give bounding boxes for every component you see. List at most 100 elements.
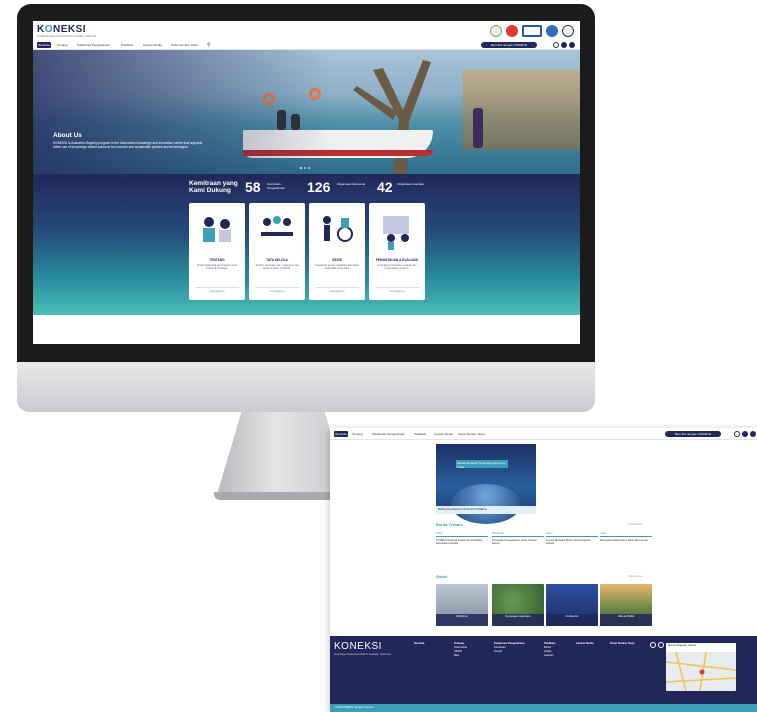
footer-link[interactable]: Proyek — [494, 650, 524, 654]
carousel-dot[interactable] — [304, 167, 306, 169]
stat-value: 58 — [245, 179, 261, 195]
nav-item-sumber-daya[interactable]: Pusat Sumber Daya — [458, 432, 485, 436]
monitor-chin — [17, 362, 595, 412]
news-see-all-link[interactable]: Lihat Semua — [628, 523, 643, 526]
partner-logo-2 — [506, 25, 518, 37]
meeting-illustration — [261, 216, 293, 236]
lang-id-button[interactable] — [561, 42, 567, 48]
site-footer: KONEKSI Knowledge Partnership Platform A… — [330, 636, 757, 704]
partner-cta-button[interactable]: Bermitra dengan KONEKSI — [481, 42, 537, 48]
footer-col: Beranda — [414, 642, 424, 646]
footer-col-head[interactable]: Beranda — [414, 642, 424, 646]
search-icon[interactable]: ⚲ — [207, 42, 211, 48]
nav-item-liputan[interactable]: Liputan Media — [143, 43, 162, 47]
lang-en-button[interactable] — [569, 42, 575, 48]
logo-tagline: Knowledge Partnership Platform Australia… — [37, 35, 97, 38]
nav-item-sumber-daya[interactable]: Pusat Sumber Daya — [171, 43, 198, 47]
footer-link[interactable]: MEL — [454, 654, 467, 658]
carousel-dots — [300, 167, 310, 169]
nav-item-tentang[interactable]: Tentang — [57, 43, 68, 47]
monitor-screen: KONEKSI Knowledge Partnership Platform A… — [33, 21, 580, 344]
carousel-dot[interactable] — [300, 167, 302, 169]
partner-logo-3 — [546, 25, 558, 37]
copyright-bar: © 2024 KONEKSI. All rights reserved. — [330, 704, 757, 712]
featured-article[interactable]: Global Research Technology Economy Trade — [436, 444, 536, 524]
news-text: Memperkuat Ekosistem Riset dan Inovasi — [600, 539, 648, 542]
nav-item-kolaborasi[interactable]: Kolaborasi Pengetahuan — [77, 43, 110, 47]
partnership-section: Kemitraan yang Kami Dukung 58 Kemitraan … — [33, 174, 580, 315]
evaluation-illustration — [383, 216, 409, 250]
news-item[interactable]: Rilis Media Kemitraan Pengetahuan untuk … — [492, 532, 544, 546]
featured-label: Global Research Technology Economy Trade — [456, 460, 508, 469]
nav-item-beranda[interactable]: Beranda — [37, 42, 51, 48]
news-text: KONEKSI Perkuat Kolaborasi Penelitian In… — [436, 539, 483, 546]
gallery-photo[interactable]: Diskusi Publik — [600, 584, 652, 626]
nav-item-publikasi[interactable]: Publikasi — [414, 432, 426, 436]
footer-logo[interactable]: KONEKSI — [334, 641, 382, 652]
gallery-photo[interactable]: Workshop — [436, 584, 488, 626]
card-desc: Struktur, kemitraan, dan mekanisme tata … — [255, 264, 299, 271]
partner-logo-1 — [490, 25, 502, 37]
linkedin-icon[interactable] — [650, 642, 656, 648]
stats-heading: Kemitraan yang Kami Dukung — [189, 180, 238, 194]
nav-item-beranda[interactable]: Beranda — [334, 431, 348, 437]
card-link[interactable]: Selengkapnya — [255, 287, 299, 293]
news-tag: Rilis Media — [492, 532, 544, 537]
nav-item-tentang[interactable]: Tentang — [352, 432, 363, 436]
news-text: Inovasi Berbasis Riset untuk Kebijakan I… — [546, 539, 591, 546]
secondary-nav: Beranda Tentang Kolaborasi Pengetahuan P… — [330, 428, 757, 440]
news-tag: Artikel — [600, 532, 652, 537]
partner-cta-button[interactable]: Bermitra dengan KONEKSI — [665, 431, 721, 437]
stat-label: Organisasi Australia — [397, 182, 424, 186]
lang-id-button[interactable] — [742, 431, 748, 437]
card-link[interactable]: Selengkapnya — [195, 287, 239, 293]
card-tentang[interactable]: TENTANG Simak bagaimana kami bekerja unt… — [189, 203, 245, 300]
map-title: Menara Rajawali, Jakarta — [666, 643, 736, 652]
team-illustration — [203, 217, 231, 242]
card-title: GEDSI — [332, 258, 342, 262]
news-item[interactable]: Artikel Memperkuat Ekosistem Riset dan I… — [600, 532, 652, 542]
hero-text: KONEKSI is Australia's flagship program … — [53, 141, 203, 150]
card-link[interactable]: Selengkapnya — [375, 287, 419, 293]
footer-col: Publikasi Berita Artikel Laporan — [544, 642, 555, 658]
footer-col: Liputan Media — [576, 642, 593, 646]
partner-logo-australia — [562, 25, 574, 37]
gallery-label: Konferensi — [546, 614, 598, 626]
featured-caption: Making Development Work with KONEKSI — [436, 506, 536, 514]
site-header: KONEKSI Knowledge Partnership Platform A… — [33, 21, 580, 41]
site-logo[interactable]: KONEKSI — [37, 24, 86, 35]
stat-value: 126 — [307, 179, 331, 195]
gallery-see-all-link[interactable]: Lihat Semua — [628, 575, 643, 578]
card-title: TATA KELOLA — [266, 258, 288, 262]
youtube-icon[interactable] — [658, 642, 664, 648]
lang-en-button[interactable] — [750, 431, 756, 437]
carousel-dot[interactable] — [308, 167, 310, 169]
footer-col-head[interactable]: Pusat Sumber Daya — [610, 642, 634, 646]
stat-label: Organisasi Indonesia — [337, 182, 366, 186]
card-tata-kelola[interactable]: TATA KELOLA Struktur, kemitraan, dan mek… — [249, 203, 305, 300]
secondary-screenshot: Beranda Tentang Kolaborasi Pengetahuan P… — [330, 428, 757, 712]
news-item[interactable]: Artikel KONEKSI Perkuat Kolaborasi Penel… — [436, 532, 488, 546]
gallery-photo[interactable]: Kunjungan Lapangan — [492, 584, 544, 626]
news-section-title: Berita Terbaru — [436, 522, 464, 527]
nav-item-kolaborasi[interactable]: Kolaborasi Pengetahuan — [372, 432, 405, 436]
card-pemantauan[interactable]: PEMANTAUAN & EVALUASI Kerangka pemantaua… — [369, 203, 425, 300]
location-map[interactable]: Menara Rajawali, Jakarta — [666, 643, 736, 691]
news-text: Kemitraan Pengetahuan untuk Transisi Ene… — [492, 539, 537, 546]
card-link[interactable]: Selengkapnya — [315, 287, 359, 293]
partner-logos — [490, 25, 574, 37]
nav-item-publikasi[interactable]: Publikasi — [121, 43, 133, 47]
card-gedsi[interactable]: GEDSI Kesetaraan gender, disabilitas dan… — [309, 203, 365, 300]
language-toggle[interactable] — [553, 42, 559, 48]
footer-link[interactable]: Laporan — [544, 654, 555, 658]
footer-tagline: Knowledge Partnership Platform Australia… — [334, 653, 391, 656]
footer-col-head[interactable]: Liputan Media — [576, 642, 593, 646]
partner-logo-brin — [522, 25, 542, 37]
gallery-photo[interactable]: Konferensi — [546, 584, 598, 626]
news-tag: Artikel — [546, 532, 598, 537]
nav-item-liputan[interactable]: Liputan Media — [434, 432, 453, 436]
news-item[interactable]: Artikel Inovasi Berbasis Riset untuk Keb… — [546, 532, 598, 546]
language-toggle[interactable] — [734, 431, 740, 437]
page-blank-area — [33, 315, 580, 344]
hero-title: About Us — [53, 132, 82, 139]
